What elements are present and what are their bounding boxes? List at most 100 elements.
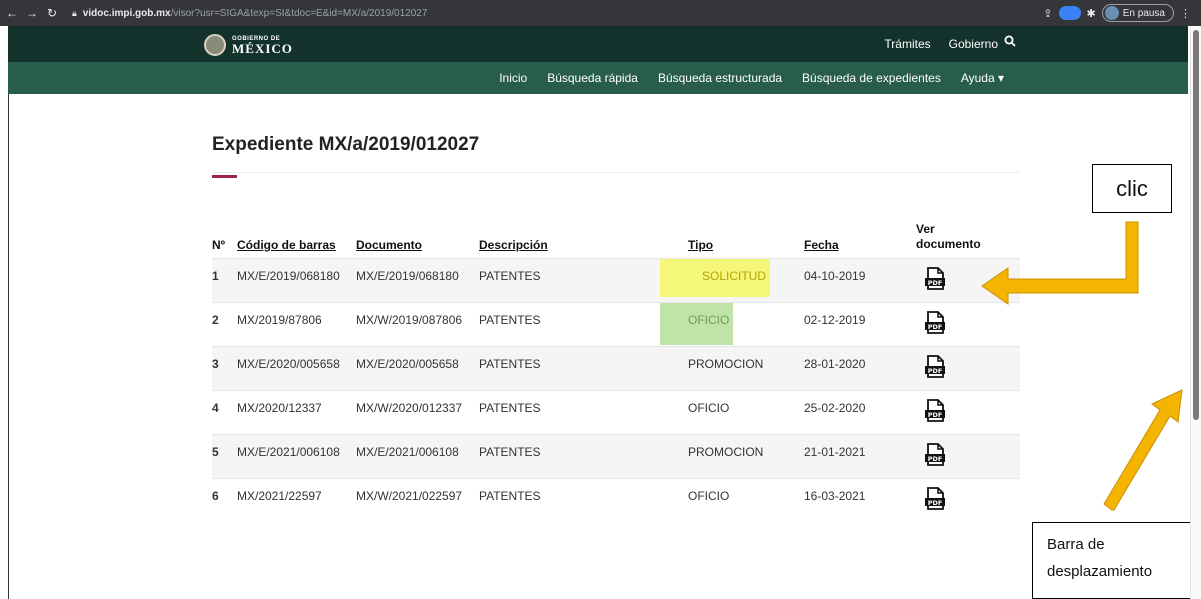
cell-tipo: OFICIO <box>660 302 804 347</box>
tipo-highlighted-value: OFICIO <box>660 303 734 345</box>
cell-tipo: SOLICITUD <box>660 258 804 303</box>
cell-desc: PATENTES <box>479 346 688 391</box>
header-desc-label: Descripción <box>479 238 548 252</box>
clic-annotation: clic <box>1092 164 1172 213</box>
share-icon[interactable]: ⇪ <box>1043 7 1052 20</box>
cell-n: 1 <box>212 258 237 303</box>
cell-ver-documento: PDF <box>916 302 1020 347</box>
cell-n: 3 <box>212 346 237 391</box>
header-desc[interactable]: Descripción <box>479 222 688 259</box>
header-code[interactable]: Código de barras <box>237 222 356 259</box>
table-header-row: Nº Código de barras Documento Descripció… <box>212 222 1020 259</box>
svg-text:PDF: PDF <box>928 367 943 375</box>
cell-desc: PATENTES <box>479 258 688 303</box>
cell-ver-documento: PDF <box>916 258 1020 303</box>
cell-fecha: 21-01-2021 <box>804 434 916 479</box>
header-tipo[interactable]: Tipo <box>688 222 804 259</box>
cell-tipo: OFICIO <box>688 478 804 523</box>
extensions-icon[interactable]: ✱ <box>1087 7 1096 20</box>
cell-code: MX/2019/87806 <box>237 302 356 347</box>
browser-actions: ⇪ ✱ En pausa ⋮ <box>1043 4 1191 22</box>
browser-toolbar: ← → ↻ 🔒︎ vidoc.impi.gob.mx/visor?usr=SIG… <box>0 0 1201 26</box>
nav-items: Inicio Búsqueda rápida Búsqueda estructu… <box>499 71 1004 85</box>
pdf-file-icon[interactable]: PDF <box>924 487 946 511</box>
main-nav: Inicio Búsqueda rápida Búsqueda estructu… <box>8 62 1188 94</box>
header-fecha[interactable]: Fecha <box>804 222 916 259</box>
header-doc-label: Documento <box>356 238 422 252</box>
cell-code: MX/E/2021/006108 <box>237 434 356 479</box>
pdf-file-icon[interactable]: PDF <box>924 311 946 335</box>
gobierno-logo[interactable]: GOBIERNO DE MÉXICO <box>204 34 293 56</box>
pdf-file-icon[interactable]: PDF <box>924 399 946 423</box>
reload-icon[interactable]: ↻ <box>44 6 60 20</box>
lock-icon: 🔒︎ <box>72 7 77 18</box>
scrollbar-thumb[interactable] <box>1193 30 1199 420</box>
pdf-file-icon[interactable]: PDF <box>924 443 946 467</box>
forward-arrow-icon[interactable]: → <box>24 6 40 20</box>
link-gobierno[interactable]: Gobierno <box>949 37 998 51</box>
table-row: 1 MX/E/2019/068180 MX/E/2019/068180 PATENTE… <box>212 258 1020 303</box>
gov-header: GOBIERNO DE MÉXICO Trámites Gobierno <box>8 26 1188 62</box>
header-doc[interactable]: Documento <box>356 222 479 259</box>
menu-kebab-icon[interactable]: ⋮ <box>1180 7 1191 20</box>
cell-desc: PATENTES <box>479 434 688 479</box>
url-domain: vidoc.impi.gob.mx <box>82 7 171 19</box>
address-bar[interactable]: vidoc.impi.gob.mx/visor?usr=SIGA&texp=SI… <box>83 8 428 19</box>
window-border <box>8 94 9 599</box>
cell-doc: MX/E/2021/006108 <box>356 434 479 479</box>
nav-item-ayuda[interactable]: Ayuda ▾ <box>961 71 1004 85</box>
logo-text: GOBIERNO DE MÉXICO <box>232 36 293 55</box>
cell-fecha: 28-01-2020 <box>804 346 916 391</box>
cell-n: 2 <box>212 302 237 347</box>
cell-code: MX/2020/12337 <box>237 390 356 435</box>
cell-fecha: 04-10-2019 <box>804 258 916 303</box>
cell-code: MX/E/2019/068180 <box>237 258 356 303</box>
cell-fecha: 16-03-2021 <box>804 478 916 523</box>
cell-doc: MX/W/2021/022597 <box>356 478 479 523</box>
pdf-file-icon[interactable]: PDF <box>924 355 946 379</box>
gov-links: Trámites Gobierno <box>884 37 998 51</box>
header-n: Nº <box>212 238 226 252</box>
tipo-highlighted-value: SOLICITUD <box>660 259 771 297</box>
nav-item-inicio[interactable]: Inicio <box>499 71 527 85</box>
title-divider <box>212 172 1020 173</box>
nav-item-busqueda-estructurada[interactable]: Búsqueda estructurada <box>658 71 782 85</box>
back-arrow-icon[interactable]: ← <box>4 6 20 20</box>
svg-text:PDF: PDF <box>928 323 943 331</box>
table-row: 6 MX/2021/22597 MX/W/2021/022597 PATENTES OF… <box>212 478 1020 523</box>
cell-ver-documento: PDF <box>916 434 1020 479</box>
table-row: 2 MX/2019/87806 MX/W/2019/087806 PATENTES OF… <box>212 302 1020 347</box>
svg-text:PDF: PDF <box>928 279 943 287</box>
cell-n: 4 <box>212 390 237 435</box>
table-row: 5 MX/E/2021/006108 MX/E/2021/006108 PATENTE… <box>212 434 1020 479</box>
scrollbar-annotation-line1: Barra de <box>1047 536 1105 553</box>
cell-fecha: 02-12-2019 <box>804 302 916 347</box>
scrollbar-arrow <box>1103 389 1183 511</box>
cell-desc: PATENTES <box>479 478 688 523</box>
nav-item-busqueda-rapida[interactable]: Búsqueda rápida <box>547 71 638 85</box>
cell-doc: MX/W/2019/087806 <box>356 302 479 347</box>
sync-paused-button[interactable]: En pausa <box>1101 4 1174 22</box>
cell-doc: MX/W/2020/012337 <box>356 390 479 435</box>
cell-doc: MX/E/2019/068180 <box>356 258 479 303</box>
cell-tipo: PROMOCION <box>688 434 804 479</box>
expediente-table: Nº Código de barras Documento Descripció… <box>212 222 1020 523</box>
cell-tipo: OFICIO <box>688 390 804 435</box>
profile-indicator[interactable] <box>1058 6 1081 20</box>
scrollbar-annotation: Barra de desplazamiento <box>1032 522 1192 599</box>
header-fecha-label: Fecha <box>804 238 839 252</box>
search-icon[interactable] <box>1004 35 1016 47</box>
svg-text:PDF: PDF <box>928 499 943 507</box>
cell-ver-documento: PDF <box>916 478 1020 523</box>
logo-big-text: MÉXICO <box>232 40 293 56</box>
header-code-label: Código de barras <box>237 238 336 252</box>
cell-code: MX/E/2020/005658 <box>237 346 356 391</box>
pdf-file-icon[interactable]: PDF <box>924 267 946 291</box>
cell-ver-documento: PDF <box>916 346 1020 391</box>
title-accent-bar <box>212 175 237 178</box>
nav-item-busqueda-expedientes[interactable]: Búsqueda de expedientes <box>802 71 941 85</box>
scrollbar-annotation-line2: desplazamiento <box>1047 563 1153 580</box>
avatar <box>1104 6 1119 20</box>
cell-desc: PATENTES <box>479 390 688 435</box>
link-tramites[interactable]: Trámites <box>884 37 930 51</box>
